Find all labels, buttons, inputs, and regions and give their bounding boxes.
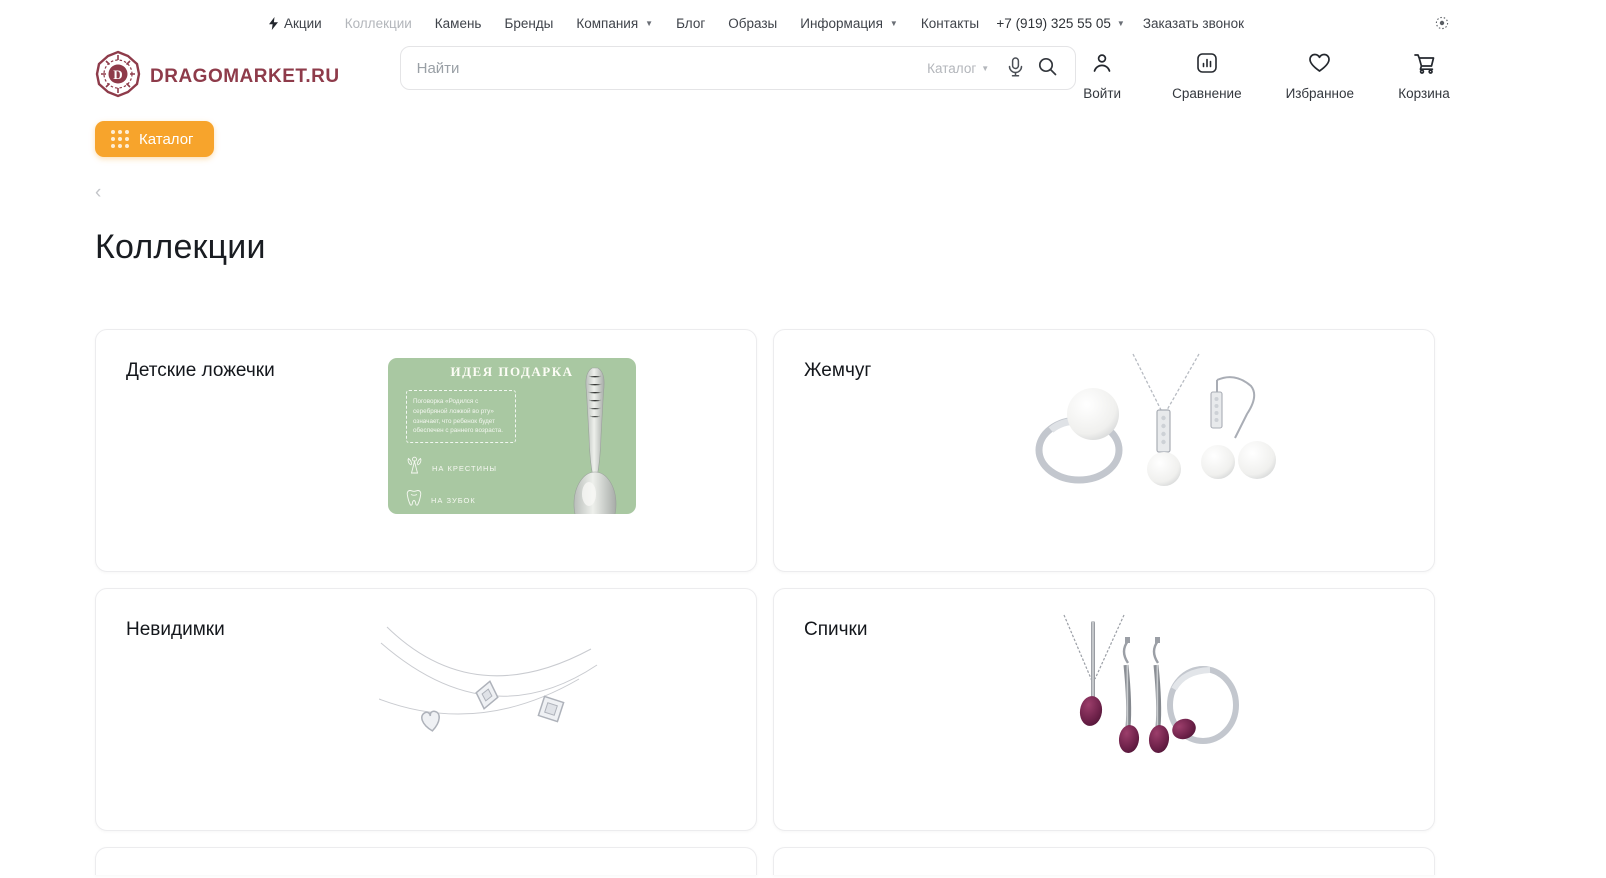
pearl-jewelry-image: [1021, 352, 1289, 507]
angel-icon: [406, 456, 423, 480]
chevron-down-icon: ▼: [981, 64, 989, 73]
chevron-left-icon: ‹: [95, 182, 101, 203]
nav-label: Акции: [284, 16, 322, 31]
favorites-button[interactable]: Избранное: [1286, 51, 1354, 101]
cart-label: Корзина: [1398, 86, 1449, 101]
compare-button[interactable]: Сравнение: [1172, 51, 1241, 101]
search-category-select[interactable]: Каталог ▼: [927, 61, 989, 76]
chevron-down-icon: ▼: [890, 19, 898, 28]
banner-row-label: НА КРЕСТИНЫ: [432, 464, 497, 473]
nav-label: Информация: [800, 16, 883, 31]
search-category-label: Каталог: [927, 61, 976, 76]
tooth-icon: [406, 489, 422, 511]
compare-label: Сравнение: [1172, 86, 1241, 101]
nav-label: Компания: [576, 16, 638, 31]
next-row-preview: [95, 847, 1435, 875]
silver-spoon-image: [572, 366, 618, 514]
header: D DRAGOMARKET.RU Каталог ▼: [95, 46, 1450, 103]
nav-item-kontakty[interactable]: Контакты: [921, 16, 979, 31]
collection-card-partial[interactable]: [773, 847, 1435, 875]
search-input[interactable]: [417, 60, 928, 77]
nav-item-informaciya[interactable]: Информация ▼: [800, 16, 898, 31]
nav-label: Бренды: [504, 16, 553, 31]
collection-card-partial[interactable]: [95, 847, 757, 875]
collection-title: Детские ложечки: [126, 360, 275, 382]
phone-number[interactable]: +7 (919) 325 55 05 ▼: [996, 16, 1124, 31]
banner-rows: НА КРЕСТИНЫ НА ЗУБОК: [406, 456, 527, 514]
phone-label: +7 (919) 325 55 05: [996, 16, 1110, 31]
page-title: Коллекции: [95, 228, 1450, 267]
topbar-right: +7 (919) 325 55 05 ▼ Заказать звонок: [996, 15, 1450, 31]
collection-title: Спички: [804, 619, 867, 641]
banner-row: НА КРЕСТИНЫ: [406, 456, 527, 480]
nav-label: Коллекции: [345, 16, 412, 31]
voice-search-button[interactable]: [1003, 53, 1028, 84]
cart-button[interactable]: Корзина: [1398, 51, 1450, 101]
lightning-icon: [268, 17, 279, 30]
search-submit-button[interactable]: [1034, 53, 1061, 83]
nav-item-akcii[interactable]: Акции: [268, 16, 322, 31]
cart-icon: [1412, 51, 1437, 80]
nav-item-kompaniya[interactable]: Компания ▼: [576, 16, 653, 31]
login-button[interactable]: Войти: [1076, 51, 1128, 101]
theme-toggle-sun-icon[interactable]: [1434, 15, 1450, 31]
collections-grid: Детские ложечки ИДЕЯ ПОДАРКА Поговорка «…: [95, 329, 1435, 831]
chevron-down-icon: ▼: [1117, 19, 1125, 28]
nav-item-kamen[interactable]: Камень: [435, 16, 482, 31]
nav-label: Образы: [728, 16, 777, 31]
collection-title: Невидимки: [126, 619, 225, 641]
header-actions: Войти Сравнение Избранное: [1076, 46, 1450, 101]
catalog-button[interactable]: Каталог: [95, 121, 214, 157]
compare-icon: [1195, 51, 1219, 80]
nav-item-blog[interactable]: Блог: [676, 16, 705, 31]
heart-icon: [1307, 51, 1332, 80]
baby-spoons-banner-image: ИДЕЯ ПОДАРКА Поговорка «Родился с серебр…: [388, 358, 636, 514]
logo-text: DRAGOMARKET.RU: [150, 66, 340, 88]
breadcrumb-back-button[interactable]: ‹: [95, 183, 111, 202]
favorites-label: Избранное: [1286, 86, 1354, 101]
nav-item-brendy[interactable]: Бренды: [504, 16, 553, 31]
nav-label: Блог: [676, 16, 705, 31]
search-box: Каталог ▼: [400, 46, 1077, 90]
collection-card-matches[interactable]: Спички: [773, 588, 1435, 831]
collection-card-invisible[interactable]: Невидимки: [95, 588, 757, 831]
banner-note: Поговорка «Родился с серебряной ложкой в…: [406, 390, 516, 443]
collection-card-pearls[interactable]: Жемчуг: [773, 329, 1435, 572]
catalog-button-label: Каталог: [139, 131, 194, 148]
invisible-necklaces-image: [379, 617, 599, 762]
callback-link[interactable]: Заказать звонок: [1143, 16, 1244, 31]
grid-icon: [111, 130, 129, 148]
banner-row-label: НА ЗУБОК: [431, 496, 476, 505]
chevron-down-icon: ▼: [645, 19, 653, 28]
top-navigation: Акции Коллекции Камень Бренды Компания▼ …: [268, 16, 979, 31]
collection-title: Жемчуг: [804, 360, 871, 382]
nav-item-kollekcii[interactable]: Коллекции: [345, 16, 412, 31]
nav-label: Камень: [435, 16, 482, 31]
banner-row: НА ЗУБОК: [406, 489, 527, 511]
nav-label: Контакты: [921, 16, 979, 31]
login-label: Войти: [1083, 86, 1121, 101]
collection-card-baby-spoons[interactable]: Детские ложечки ИДЕЯ ПОДАРКА Поговорка «…: [95, 329, 757, 572]
nav-item-obrazy[interactable]: Образы: [728, 16, 777, 31]
match-jewelry-image: [1062, 613, 1242, 774]
logo[interactable]: D DRAGOMARKET.RU: [95, 50, 340, 103]
logo-emblem-icon: D: [95, 50, 141, 103]
search-icon: [1038, 57, 1057, 79]
microphone-icon: [1007, 57, 1024, 80]
topbar: Акции Коллекции Камень Бренды Компания▼ …: [95, 0, 1450, 34]
user-icon: [1090, 51, 1114, 80]
logo-letter: D: [113, 67, 122, 82]
